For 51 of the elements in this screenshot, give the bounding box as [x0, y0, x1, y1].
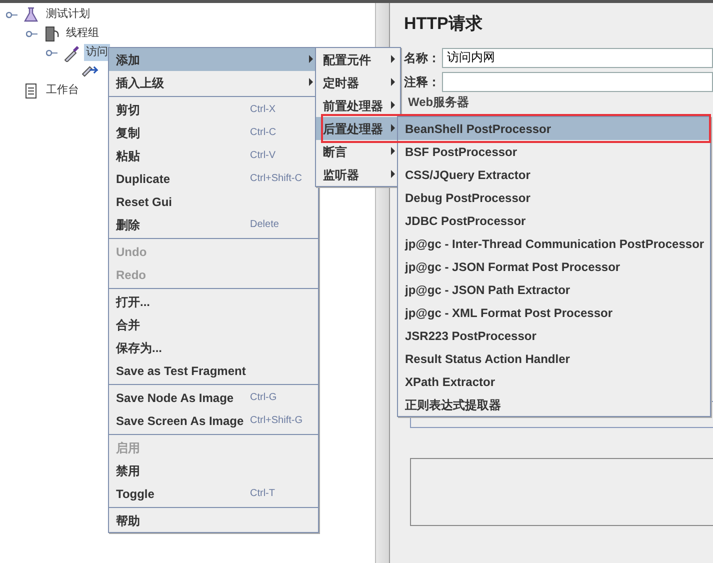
- menu-item[interactable]: 禁用: [109, 459, 318, 482]
- menu-item[interactable]: JDBC PostProcessor: [398, 209, 710, 232]
- menu-item[interactable]: Duplicate Ctrl+Shift-C: [109, 167, 318, 190]
- menu-item[interactable]: 后置处理器: [316, 117, 400, 140]
- menu-item[interactable]: 复制 Ctrl-C: [109, 121, 318, 144]
- tree-item-label[interactable]: 测试计划: [44, 6, 92, 23]
- menu-item[interactable]: Save Node As Image Ctrl-G: [109, 386, 318, 409]
- menu-item[interactable]: 打开...: [109, 290, 318, 313]
- tree-item-label[interactable]: 访问: [84, 44, 110, 61]
- panel-title: HTTP请求: [404, 13, 484, 35]
- flask-icon: [22, 6, 40, 24]
- menu-item[interactable]: BeanShell PostProcessor: [398, 117, 710, 140]
- menu-item[interactable]: jp@gc - JSON Format Post Processor: [398, 255, 710, 278]
- menu-item[interactable]: Reset Gui: [109, 190, 318, 213]
- menu-item[interactable]: 剪切 Ctrl-X: [109, 98, 318, 121]
- menu-item[interactable]: 保存为...: [109, 336, 318, 359]
- menu-item[interactable]: jp@gc - XML Format Post Processor: [398, 301, 710, 324]
- menu-item[interactable]: jp@gc - JSON Path Extractor: [398, 278, 710, 301]
- tree-node-handle[interactable]: [46, 48, 58, 58]
- tree-node-handle[interactable]: [26, 28, 38, 38]
- text-field[interactable]: [442, 72, 713, 92]
- menu-item[interactable]: CSS/JQuery Extractor: [398, 163, 710, 186]
- tree-item-label[interactable]: 线程组: [64, 25, 101, 42]
- menu-item[interactable]: 添加: [109, 48, 318, 71]
- menu-item[interactable]: Save as Test Fragment: [109, 359, 318, 382]
- menu-item[interactable]: jp@gc - Inter-Thread Communication PostProcessor: [398, 232, 710, 255]
- field-label: 名称：: [404, 50, 441, 66]
- menu-item[interactable]: 定时器: [316, 71, 400, 94]
- menu-item[interactable]: Toggle Ctrl-T: [109, 482, 318, 505]
- submenu-arrow-icon: [391, 101, 395, 109]
- field-label: 注释：: [404, 74, 441, 90]
- menu-item[interactable]: 粘贴 Ctrl-V: [109, 144, 318, 167]
- text-field[interactable]: 访问内网: [442, 48, 713, 68]
- menu-item[interactable]: 删除 Delete: [109, 213, 318, 236]
- menu-item[interactable]: Debug PostProcessor: [398, 186, 710, 209]
- group-legend: Web服务器: [408, 94, 713, 108]
- tree-item-label[interactable]: 工作台: [44, 82, 81, 99]
- menu-item[interactable]: 帮助: [109, 509, 318, 532]
- pipette-icon: [62, 44, 80, 62]
- tree-node-handle[interactable]: [6, 10, 18, 20]
- menu-item[interactable]: Save Screen As Image Ctrl+Shift-G: [109, 409, 318, 432]
- menu-item[interactable]: XPath Extractor: [398, 370, 710, 393]
- menu-item[interactable]: 正则表达式提取器: [398, 393, 710, 416]
- menu-item[interactable]: Result Status Action Handler: [398, 347, 710, 370]
- menu-item[interactable]: 前置处理器: [316, 94, 400, 117]
- menu-item[interactable]: 配置元件: [316, 48, 400, 71]
- submenu-arrow-icon: [391, 55, 395, 63]
- menu-item[interactable]: 合并: [109, 313, 318, 336]
- menu-item[interactable]: BSF PostProcessor: [398, 140, 710, 163]
- submenu-arrow-icon: [391, 78, 395, 86]
- menu-item[interactable]: JSR223 PostProcessor: [398, 324, 710, 347]
